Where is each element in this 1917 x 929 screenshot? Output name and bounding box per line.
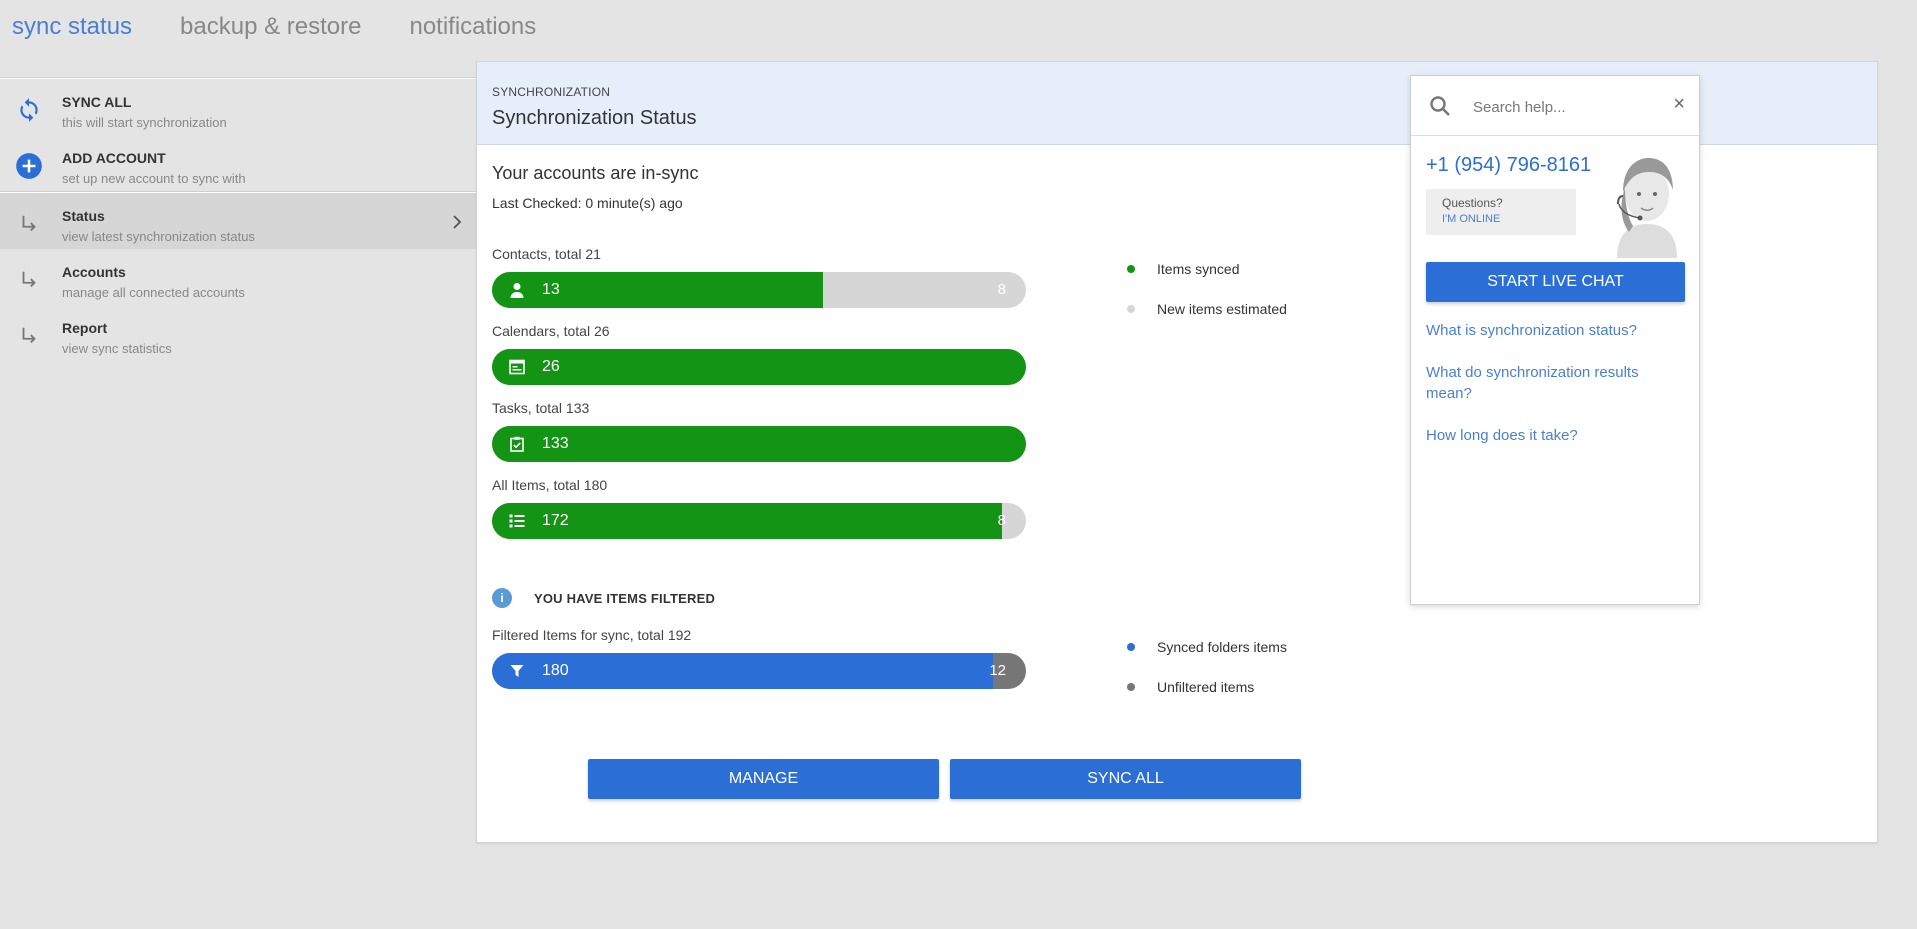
last-checked: Last Checked: 0 minute(s) ago (492, 195, 683, 211)
help-bubble: Questions? I'M ONLINE (1426, 189, 1576, 235)
subdirectory-arrow-icon (15, 322, 43, 350)
status-heading: Your accounts are in-sync (492, 163, 699, 183)
sidebar-item-label: Report (62, 320, 108, 336)
filtered-notice-text: YOU HAVE ITEMS FILTERED (534, 590, 716, 606)
all-items-bar: 172 8 (492, 503, 1026, 539)
contacts-bar: 13 8 (492, 272, 1026, 308)
top-tabs: sync status backup & restore notificatio… (12, 12, 584, 46)
close-icon[interactable]: × (1673, 94, 1685, 114)
filter-icon (508, 662, 526, 680)
sidebar-item-report[interactable]: Report view sync statistics (0, 305, 476, 361)
help-link-sync-status[interactable]: What is synchronization status? (1426, 320, 1676, 341)
sidebar-item-accounts[interactable]: Accounts manage all connected accounts (0, 249, 476, 305)
bar-synced-value: 13 (542, 281, 560, 298)
legend-synced-folders: Synced folders items (1127, 639, 1287, 655)
bar-synced-value: 26 (542, 358, 560, 375)
task-icon (508, 435, 526, 453)
help-search-bar: × (1411, 76, 1699, 136)
bar-synced-value: 180 (542, 662, 569, 679)
legend-unfiltered: Unfiltered items (1127, 679, 1254, 695)
subdirectory-arrow-icon (15, 266, 43, 294)
legend-items-synced: Items synced (1127, 261, 1239, 277)
bar-new-value: 8 (997, 281, 1006, 298)
sync-icon (15, 96, 43, 124)
sync-all-button[interactable]: SYNC ALL (950, 759, 1301, 799)
calendars-bar: 26 (492, 349, 1026, 385)
legend-label: Synced folders items (1157, 639, 1287, 655)
tab-notifications[interactable]: notifications (409, 12, 536, 46)
help-link-sync-results[interactable]: What do synchronization results mean? (1426, 362, 1676, 404)
person-icon (508, 281, 526, 299)
bar-new-value: 8 (997, 512, 1006, 529)
legend-dot (1127, 265, 1135, 273)
tab-sync-status[interactable]: sync status (12, 12, 132, 46)
sidebar-item-sub: manage all connected accounts (62, 285, 245, 300)
sidebar-add-account-sub: set up new account to sync with (62, 171, 246, 186)
sidebar-item-sub: view sync statistics (62, 341, 172, 356)
filtered-bar: 180 12 (492, 653, 1026, 689)
help-questions: Questions? (1442, 196, 1503, 210)
bar-synced-value: 133 (542, 435, 569, 452)
help-popup: × +1 (954) 796-8161 Questions? I'M ONLIN… (1410, 75, 1700, 605)
help-online-status: I'M ONLINE (1442, 213, 1501, 225)
bar-synced-value: 172 (542, 512, 569, 529)
legend-label: Items synced (1157, 261, 1240, 277)
bar-synced-fill (492, 426, 1026, 462)
contacts-label: Contacts, total 21 (492, 246, 601, 262)
all-items-label: All Items, total 180 (492, 477, 608, 493)
sidebar-sync-all[interactable]: SYNC ALL this will start synchronization (0, 79, 476, 135)
legend-label: New items estimated (1157, 301, 1287, 317)
sidebar: SYNC ALL this will start synchronization… (0, 77, 476, 361)
manage-button[interactable]: MANAGE (588, 759, 939, 799)
sidebar-sync-all-title: SYNC ALL (62, 94, 132, 110)
sidebar-item-label: Accounts (62, 264, 126, 280)
list-icon (508, 512, 526, 530)
help-link-duration[interactable]: How long does it take? (1426, 425, 1676, 446)
sidebar-add-account[interactable]: ADD ACCOUNT set up new account to sync w… (0, 135, 476, 191)
tasks-bar: 133 (492, 426, 1026, 462)
start-live-chat-button[interactable]: START LIVE CHAT (1426, 262, 1685, 302)
legend-dot (1127, 683, 1135, 691)
filtered-notice: i YOU HAVE ITEMS FILTERED (492, 588, 715, 608)
bar-rest-value: 12 (989, 662, 1006, 679)
help-search-input[interactable] (1473, 94, 1653, 120)
calendar-icon (508, 358, 526, 376)
sidebar-item-label: Status (62, 208, 105, 224)
plus-circle-icon (15, 152, 43, 180)
sidebar-item-status[interactable]: Status view latest synchronization statu… (0, 193, 476, 249)
support-agent-avatar (1601, 148, 1691, 258)
bar-synced-fill (492, 349, 1026, 385)
tab-backup-restore[interactable]: backup & restore (180, 12, 361, 46)
subdirectory-arrow-icon (15, 210, 43, 238)
calendars-label: Calendars, total 26 (492, 323, 610, 339)
info-icon: i (492, 588, 512, 608)
legend-label: Unfiltered items (1157, 679, 1255, 695)
chevron-right-icon (450, 213, 464, 231)
sidebar-item-sub: view latest synchronization status (62, 229, 255, 244)
help-phone[interactable]: +1 (954) 796-8161 (1426, 154, 1591, 177)
sidebar-add-account-title: ADD ACCOUNT (62, 150, 166, 166)
filtered-label: Filtered Items for sync, total 192 (492, 627, 692, 643)
legend-new-items: New items estimated (1127, 301, 1287, 317)
tasks-label: Tasks, total 133 (492, 400, 590, 416)
search-icon (1429, 95, 1451, 117)
sidebar-sync-all-sub: this will start synchronization (62, 115, 227, 130)
legend-dot (1127, 305, 1135, 313)
legend-dot (1127, 643, 1135, 651)
